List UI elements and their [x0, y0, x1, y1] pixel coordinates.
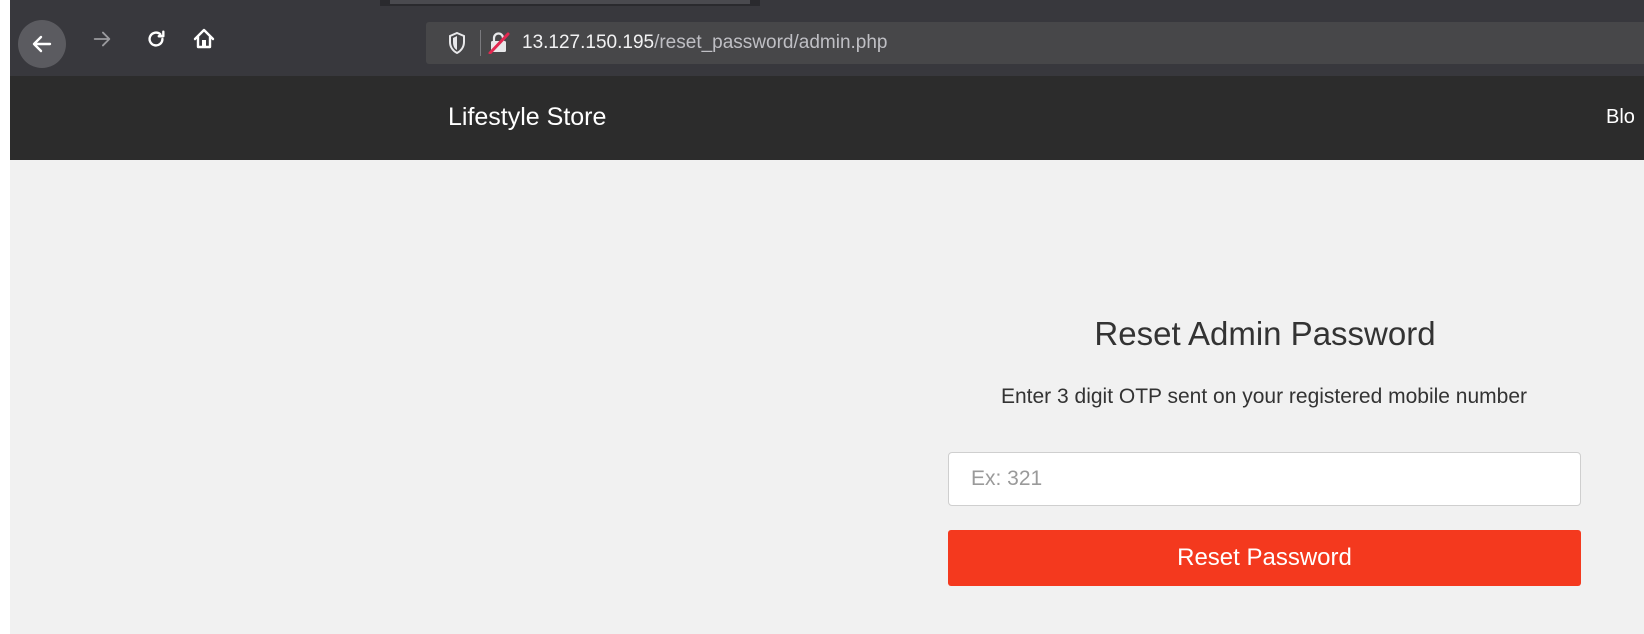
url-text[interactable]: 13.127.150.195/reset_password/admin.php — [522, 32, 888, 54]
back-button[interactable] — [18, 20, 66, 68]
url-host: 13.127.150.195 — [522, 32, 655, 53]
brand-logo[interactable]: Lifestyle Store — [448, 102, 606, 132]
reset-password-button[interactable]: Reset Password — [948, 530, 1581, 586]
home-button[interactable] — [186, 21, 222, 57]
shield-icon[interactable] — [448, 32, 466, 54]
active-tab-indicator — [390, 0, 750, 4]
browser-window: 13.127.150.195/reset_password/admin.php … — [10, 0, 1644, 634]
browser-toolbar: 13.127.150.195/reset_password/admin.php — [10, 0, 1644, 76]
nav-link-blog[interactable]: Blo — [1606, 104, 1635, 130]
reload-button[interactable] — [138, 21, 174, 57]
url-path: /reset_password/admin.php — [654, 32, 888, 53]
insecure-lock-icon[interactable] — [488, 32, 510, 54]
reload-icon — [148, 30, 165, 47]
page-title: Reset Admin Password — [1094, 315, 1436, 352]
otp-instructions: Enter 3 digit OTP sent on your registere… — [1000, 385, 1528, 408]
address-separator — [480, 30, 481, 56]
forward-icon — [93, 31, 111, 47]
forward-button[interactable] — [84, 21, 120, 57]
back-icon — [32, 35, 52, 53]
home-icon — [193, 28, 215, 49]
site-header: Lifestyle Store Blo — [10, 76, 1644, 160]
address-bar[interactable]: 13.127.150.195/reset_password/admin.php — [426, 22, 1644, 64]
otp-input[interactable] — [948, 452, 1581, 506]
